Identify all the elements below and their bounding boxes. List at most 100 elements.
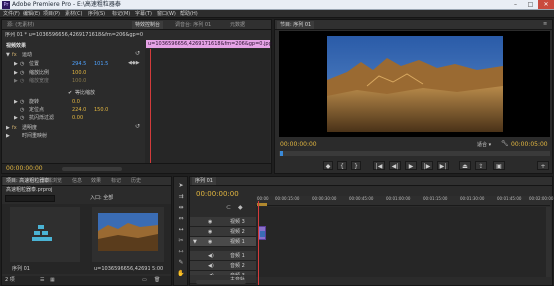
- trash-icon[interactable]: 🗑︎: [154, 277, 160, 283]
- snap-icon[interactable]: ⊂: [226, 204, 231, 211]
- expand-arrow-icon[interactable]: ▶: [14, 77, 18, 85]
- tab-audio-mixer[interactable]: 调音台: 序列 01: [172, 21, 214, 29]
- extract-button[interactable]: ⇪: [475, 161, 487, 170]
- tab-info[interactable]: 信息: [69, 177, 85, 185]
- expand-arrow-icon[interactable]: ▶: [6, 132, 10, 140]
- scale-value[interactable]: 100.0: [72, 69, 86, 77]
- marker-icon[interactable]: ◆: [238, 204, 243, 211]
- timeline-playhead-line[interactable]: [258, 201, 259, 285]
- expand-arrow-icon[interactable]: ▼: [193, 238, 197, 246]
- video-clip[interactable]: [258, 226, 266, 240]
- maximize-button[interactable]: □: [523, 0, 538, 9]
- panel-menu-icon[interactable]: ≡: [543, 21, 547, 27]
- expand-arrow-icon[interactable]: ▶: [6, 124, 10, 132]
- tab-media-browser[interactable]: 媒体浏览: [39, 177, 65, 185]
- tab-history[interactable]: 历史: [128, 177, 144, 185]
- rate-stretch-tool-icon[interactable]: ↔: [175, 225, 187, 235]
- track-video-1[interactable]: ▼ ◉ 视频 1: [190, 237, 256, 247]
- ripple-edit-tool-icon[interactable]: ⇹: [175, 203, 187, 213]
- set-in-button[interactable]: {: [337, 161, 347, 170]
- project-item-sequence[interactable]: 序列 01: [10, 207, 80, 272]
- project-item-clip[interactable]: u=1036596656,4269171618&fm=... 5:00: [92, 207, 164, 272]
- slip-tool-icon[interactable]: ⇿: [175, 247, 187, 257]
- menu-window[interactable]: 窗口(W): [157, 10, 176, 18]
- anchor-y-value[interactable]: 150.0: [94, 106, 108, 114]
- stopwatch-icon[interactable]: ◷: [20, 69, 24, 77]
- clip-bar[interactable]: u=1036596656,4269171618&fm=206&gp=0.jpg: [146, 40, 272, 48]
- rotation-value[interactable]: 0.0: [72, 98, 80, 106]
- program-timecode[interactable]: 00:00:00:00: [280, 141, 317, 149]
- track-audio-2[interactable]: ◀) 音频 2: [190, 261, 256, 271]
- rolling-edit-tool-icon[interactable]: ⇔: [175, 214, 187, 224]
- tab-source[interactable]: 源: (无素材): [4, 21, 37, 29]
- program-scrubber[interactable]: [279, 151, 550, 156]
- track-content-area[interactable]: [256, 207, 550, 277]
- stopwatch-icon[interactable]: ◷: [20, 77, 24, 85]
- effect-controls-timecode[interactable]: 00:00:00:00: [6, 165, 43, 173]
- step-back-button[interactable]: ◀|: [389, 161, 401, 170]
- track-select-tool-icon[interactable]: ⇉: [175, 192, 187, 202]
- expand-arrow-icon[interactable]: ▶: [14, 114, 18, 122]
- step-forward-button[interactable]: |▶: [421, 161, 433, 170]
- timeline-timecode[interactable]: 00:00:00:00: [196, 190, 239, 198]
- speaker-icon[interactable]: ◀): [208, 262, 214, 270]
- eye-icon[interactable]: ◉: [208, 228, 212, 236]
- anchor-x-value[interactable]: 224.0: [72, 106, 86, 114]
- reset-icon[interactable]: ↺: [135, 123, 140, 130]
- antiflicker-value[interactable]: 0.00: [72, 114, 83, 122]
- eye-icon[interactable]: ◉: [208, 218, 212, 226]
- folder-icon[interactable]: ▭: [142, 277, 147, 283]
- menu-project[interactable]: 项目(P): [43, 10, 60, 18]
- eye-icon[interactable]: ◉: [208, 238, 212, 246]
- play-button[interactable]: ▶: [405, 161, 417, 170]
- go-to-out-button[interactable]: ▶|: [437, 161, 449, 170]
- tab-effect-controls[interactable]: 特效控制台: [132, 21, 164, 29]
- stopwatch-icon[interactable]: ◷: [20, 60, 24, 68]
- expand-arrow-icon[interactable]: ▶: [14, 69, 18, 77]
- menu-clip[interactable]: 素材(C): [65, 10, 82, 18]
- menu-sequence[interactable]: 序列(S): [88, 10, 105, 18]
- track-audio-1[interactable]: ◀) 音频 1: [190, 251, 256, 261]
- program-viewer[interactable]: [279, 31, 550, 137]
- motion-row[interactable]: ▼ fx 运动: [2, 51, 144, 59]
- expand-arrow-icon[interactable]: ▶: [14, 98, 18, 106]
- position-x-value[interactable]: 294.5: [72, 60, 86, 68]
- menu-help[interactable]: 帮助(H): [180, 10, 198, 18]
- icon-view-icon[interactable]: ▦: [50, 277, 55, 283]
- track-video-3[interactable]: ◉ 视频 3: [190, 217, 256, 227]
- lift-button[interactable]: ⏏: [459, 161, 471, 170]
- opacity-row[interactable]: ▶ fx 透明度: [2, 124, 144, 132]
- mark-in-button[interactable]: ◆: [323, 161, 333, 170]
- timeline-zoom-slider[interactable]: [196, 280, 246, 284]
- stopwatch-icon[interactable]: ◷: [20, 98, 24, 106]
- position-y-value[interactable]: 101.5: [94, 60, 108, 68]
- reset-icon[interactable]: ↺: [135, 50, 140, 57]
- wrench-icon[interactable]: 🔧︎: [501, 140, 509, 147]
- track-video-2[interactable]: ◉ 视频 2: [190, 227, 256, 237]
- add-button[interactable]: +: [537, 161, 549, 170]
- set-out-button[interactable]: }: [351, 161, 361, 170]
- vertical-scrollbar[interactable]: [546, 207, 551, 277]
- project-search-input[interactable]: [5, 195, 55, 202]
- tab-metadata[interactable]: 元数据: [227, 21, 248, 29]
- expand-arrow-icon[interactable]: ▼: [6, 51, 10, 59]
- hand-tool-icon[interactable]: ✋: [175, 269, 187, 279]
- pen-tool-icon[interactable]: ✎: [175, 258, 187, 268]
- stopwatch-icon[interactable]: ◷: [20, 106, 24, 114]
- tab-sequence-01[interactable]: 序列 01: [192, 177, 216, 185]
- selection-tool-icon[interactable]: ➤: [175, 181, 187, 191]
- expand-arrow-icon[interactable]: ▶: [14, 60, 18, 68]
- list-view-icon[interactable]: ☰: [40, 277, 44, 283]
- go-to-in-button[interactable]: |◀: [373, 161, 385, 170]
- tab-markers[interactable]: 标记: [108, 177, 124, 185]
- menu-title[interactable]: 字幕(T): [135, 10, 152, 18]
- scale-width-value[interactable]: 100.0: [72, 77, 86, 85]
- menu-edit[interactable]: 编辑(E): [23, 10, 40, 18]
- playhead-marker[interactable]: [280, 151, 283, 156]
- minimize-button[interactable]: –: [508, 0, 523, 9]
- stopwatch-icon[interactable]: ◷: [20, 114, 24, 122]
- razor-tool-icon[interactable]: ✂: [175, 236, 187, 246]
- menu-marker[interactable]: 标记(M): [112, 10, 130, 18]
- fit-dropdown[interactable]: 适合 ▾: [477, 141, 491, 149]
- in-filter-label[interactable]: 入口: 全部: [90, 195, 113, 202]
